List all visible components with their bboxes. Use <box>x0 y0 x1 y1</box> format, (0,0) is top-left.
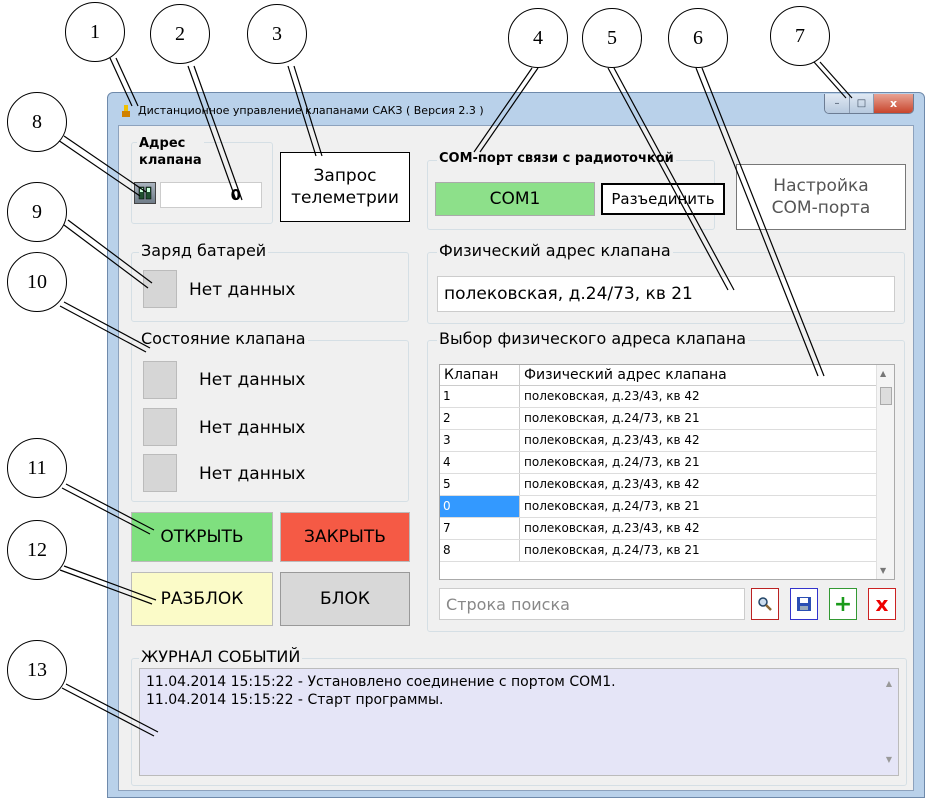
callout-7: 7 <box>770 6 830 66</box>
callout-13: 13 <box>7 640 67 700</box>
callout-3: 3 <box>247 4 307 64</box>
callout-2: 2 <box>150 4 210 64</box>
callout-6: 6 <box>668 8 728 68</box>
callout-4: 4 <box>508 8 568 68</box>
callout-8: 8 <box>7 92 67 152</box>
callout-12: 12 <box>7 520 67 580</box>
callout-leader-lines <box>57 57 853 737</box>
callout-5: 5 <box>582 8 642 68</box>
callout-11: 11 <box>7 438 67 498</box>
callout-1: 1 <box>65 2 125 62</box>
callout-10: 10 <box>7 252 67 312</box>
callout-9: 9 <box>7 182 67 242</box>
